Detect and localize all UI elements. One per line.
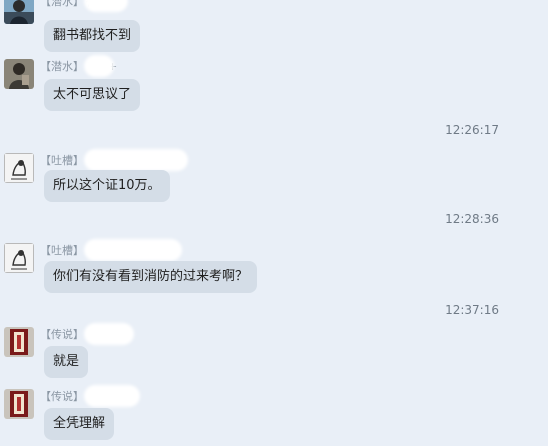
redaction-mark [84, 55, 114, 77]
sender-line: 【吐槽】 [40, 239, 182, 261]
timestamp: 12:37:16 [445, 303, 499, 317]
timestamp: 12:28:36 [445, 212, 499, 226]
message-bubble[interactable]: 全凭理解 [44, 408, 115, 440]
member-title-tag: 【传说】 [40, 390, 84, 403]
redaction-mark [84, 149, 188, 171]
message-bubble[interactable]: 你们有没有看到消防的过来考啊？ [44, 261, 258, 293]
sender-line: 【吐槽】 [40, 149, 188, 171]
member-title-tag: 【潜水】 [40, 0, 84, 8]
member-title-tag: 【吐槽】 [40, 244, 84, 257]
user-avatar-icon[interactable] [4, 59, 34, 89]
user-avatar-icon[interactable] [4, 389, 34, 419]
sender-line: 【潜水】行光 [40, 0, 128, 12]
member-title-tag: 【传说】 [40, 328, 84, 341]
redaction-mark [84, 323, 134, 345]
user-avatar-icon[interactable] [4, 327, 34, 357]
member-title-tag: 【吐槽】 [40, 154, 84, 167]
user-avatar-icon[interactable] [4, 243, 34, 273]
sender-line: 【潜水】￥￥+ [40, 55, 117, 77]
sender-line: 【传说】 [40, 323, 134, 345]
message-bubble[interactable]: 就是 [44, 346, 89, 378]
user-avatar-icon[interactable] [4, 153, 34, 183]
message-bubble[interactable]: 所以这个证10万。 [44, 170, 170, 202]
member-title-tag: 【潜水】 [40, 60, 84, 73]
redaction-mark [84, 0, 128, 12]
message-bubble[interactable]: 太不可思议了 [44, 79, 141, 111]
timestamp: 12:26:17 [445, 123, 499, 137]
redaction-mark [84, 239, 182, 261]
chat-message-list[interactable]: 【潜水】行光 翻书都找不到 【潜水】￥￥+ 太不可思议了 12:26:17 [0, 0, 548, 446]
user-avatar-icon[interactable] [4, 0, 34, 24]
redaction-mark [84, 385, 140, 407]
message-bubble[interactable]: 翻书都找不到 [44, 20, 141, 52]
sender-line: 【传说】 [40, 385, 140, 407]
